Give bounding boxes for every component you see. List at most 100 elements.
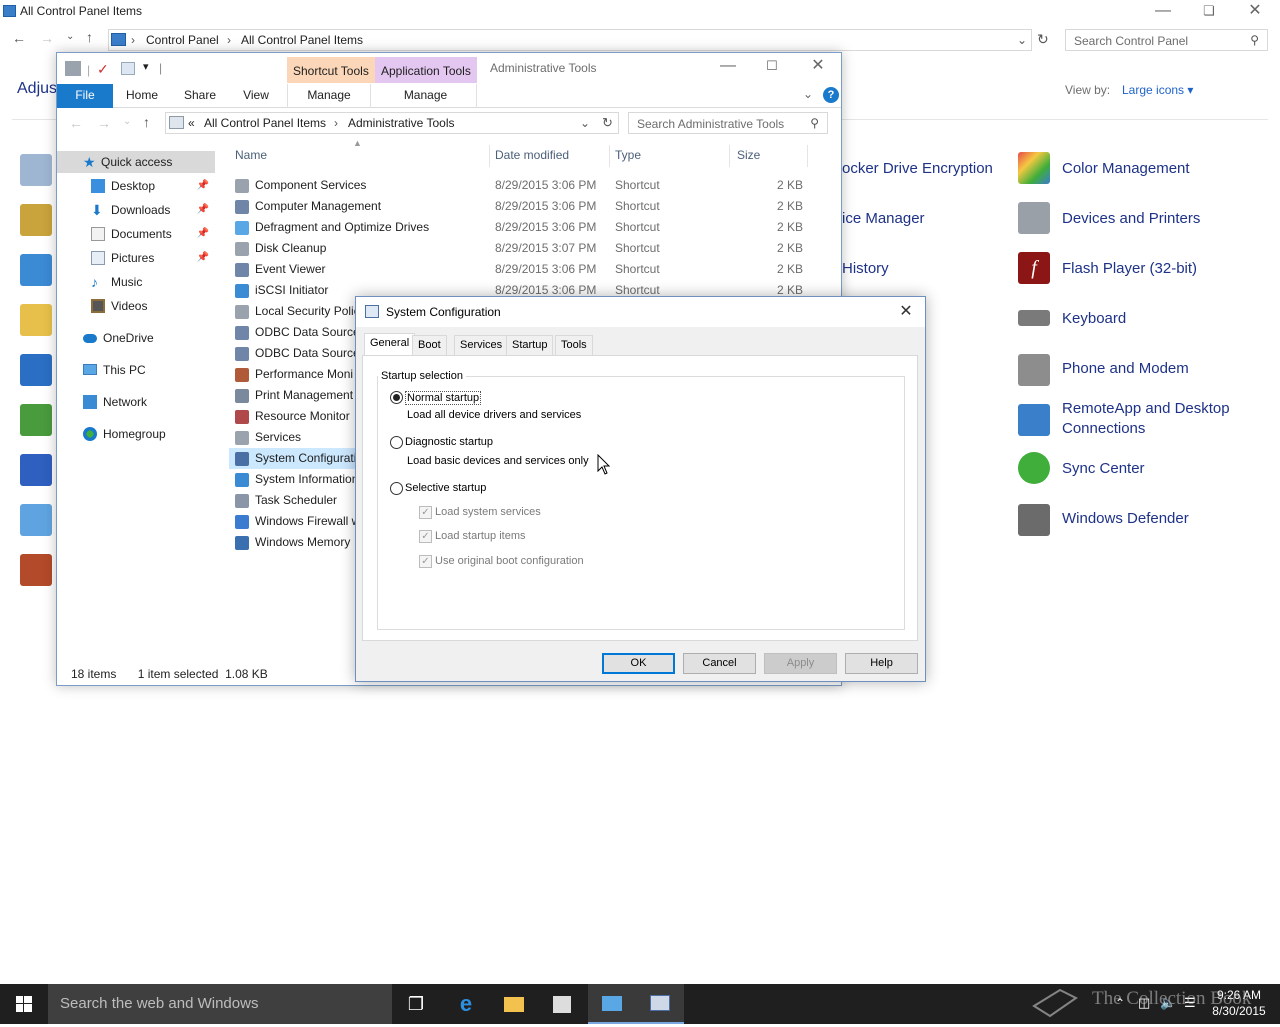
pin-icon[interactable]: 📌 [197,223,209,245]
column-header-name[interactable]: Name [235,148,267,162]
up-arrow-icon[interactable]: ↑ [86,29,93,45]
sync-icon[interactable] [1018,452,1050,484]
explorer-back-arrow-icon[interactable]: ← [69,115,83,131]
sidebar-item-onedrive[interactable]: OneDrive [57,327,215,349]
flash-icon[interactable]: f [1018,252,1050,284]
cp-item-remoteapp[interactable]: RemoteApp and Desktop Connections [1062,400,1230,437]
column-separator[interactable] [489,145,490,167]
tab-tools[interactable]: Tools [555,335,593,356]
column-separator[interactable] [807,145,808,167]
explorer-address-bar[interactable]: « All Control Panel Items › Administrati… [165,112,619,134]
restore-button[interactable]: ❏ [1186,0,1232,24]
file-row[interactable]: Defragment and Optimize Drives 8/29/2015 … [229,217,809,238]
help-icon[interactable]: ? [823,87,839,103]
explorer-maximize-button[interactable]: ☐ [749,55,795,79]
tab-general[interactable]: General [364,333,416,356]
cp-item-device-manager[interactable]: ice Manager [842,210,925,227]
selective-startup-radio[interactable] [390,482,403,495]
dialog-close-button[interactable]: ✕ [894,301,918,323]
backup-icon[interactable] [20,204,52,236]
breadcrumb-administrative-tools[interactable]: Administrative Tools [348,116,455,130]
file-explorer-taskbar-icon[interactable] [490,984,538,1024]
keyboard-icon[interactable] [1018,310,1050,326]
ribbon-tab-manage-shortcut[interactable]: Manage [287,84,371,108]
cp-item-bitlocker[interactable]: ocker Drive Encryption [842,160,993,177]
breadcrumb-all-items[interactable]: All Control Panel Items [204,116,326,130]
file-row[interactable]: Disk Cleanup 8/29/2015 3:07 PM Shortcut 2 K… [229,238,809,259]
store-icon[interactable] [538,984,586,1024]
cp-item-keyboard[interactable]: Keyboard [1062,310,1126,327]
tab-startup[interactable]: Startup [506,335,554,356]
application-tools-tab[interactable]: Application Tools [375,57,477,83]
control-panel-address-bar[interactable]: › Control Panel › All Control Panel Item… [108,29,1032,51]
breadcrumb-all-items[interactable]: All Control Panel Items [241,33,363,47]
tab-boot[interactable]: Boot [412,335,447,356]
column-header-type[interactable]: Type [615,148,641,162]
pin-icon[interactable]: 📌 [197,175,209,197]
cp-item-windows-defender[interactable]: Windows Defender [1062,510,1189,527]
selective-startup-label[interactable]: Selective startup [405,482,486,494]
cp-item-phone-modem[interactable]: Phone and Modem [1062,360,1189,377]
use-original-boot-checkbox[interactable]: ✓ [419,555,432,568]
properties-icon[interactable] [65,61,81,76]
diagnostic-startup-radio[interactable] [390,436,403,449]
forward-arrow-icon[interactable]: → [40,30,54,46]
task-view-icon[interactable]: ❐ [392,984,440,1024]
explorer-search-input[interactable]: Search Administrative Tools ⚲ [628,112,828,134]
system-icon[interactable] [20,504,52,536]
refresh-icon[interactable]: ↻ [1037,31,1049,48]
checkmark-icon[interactable]: ✓ [97,61,109,78]
new-folder-icon[interactable] [121,62,135,75]
explorer-recent-chevron-icon[interactable]: ⌄ [123,116,131,127]
sidebar-item-desktop[interactable]: Desktop 📌 [57,175,215,197]
qat-dropdown-icon[interactable]: ▾ [143,60,149,73]
breadcrumb-control-panel[interactable]: Control Panel [146,33,219,47]
edge-browser-icon[interactable]: e [442,984,490,1024]
tab-services[interactable]: Services [454,335,509,356]
ribbon-tab-home[interactable]: Home [117,84,167,108]
cp-item-color-management[interactable]: Color Management [1062,160,1190,177]
file-row[interactable]: Component Services 8/29/2015 3:06 PM Short… [229,175,809,196]
defender-icon[interactable] [1018,504,1050,536]
pin-icon[interactable]: 📌 [197,199,209,221]
ribbon-tab-view[interactable]: View [231,84,281,108]
sidebar-item-network[interactable]: Network [57,391,215,413]
apply-button[interactable]: Apply [764,653,837,674]
control-panel-search-input[interactable]: Search Control Panel ⚲ [1065,29,1268,51]
file-row[interactable]: Event Viewer 8/29/2015 3:06 PM Shortcut 2 K… [229,259,809,280]
column-separator[interactable] [729,145,730,167]
taskbar-search-box[interactable]: Search the web and Windows [48,984,392,1024]
column-header-date[interactable]: Date modified [495,148,569,162]
sidebar-item-music[interactable]: ♪ Music [57,271,215,293]
cp-item-devices-printers[interactable]: Devices and Printers [1062,210,1200,227]
power-options-icon[interactable] [20,404,52,436]
cp-item-flash-player[interactable]: Flash Player (32-bit) [1062,260,1197,277]
sidebar-item-documents[interactable]: Documents 📌 [57,223,215,245]
display-icon[interactable] [20,254,52,286]
view-by-dropdown[interactable]: Large icons ▾ [1122,83,1193,97]
normal-startup-radio[interactable] [390,391,403,404]
explorer-close-button[interactable]: ✕ [795,55,841,79]
ribbon-tab-manage-application[interactable]: Manage [375,84,477,108]
sidebar-item-pictures[interactable]: Pictures 📌 [57,247,215,269]
load-startup-items-checkbox[interactable]: ✓ [419,530,432,543]
sidebar-item-downloads[interactable]: ⬇ Downloads 📌 [57,199,215,221]
load-system-services-checkbox[interactable]: ✓ [419,506,432,519]
recent-locations-chevron-icon[interactable]: ⌄ [66,31,74,42]
diagnostic-startup-label[interactable]: Diagnostic startup [405,436,493,448]
ok-button[interactable]: OK [602,653,675,674]
refresh-icon[interactable]: ↻ [602,115,613,131]
breadcrumb-overflow[interactable]: « [188,116,195,130]
cp-item-sync-center[interactable]: Sync Center [1062,460,1145,477]
language-icon[interactable] [20,354,52,386]
sidebar-item-videos[interactable]: Videos [57,295,215,317]
minimize-button[interactable]: — [1140,0,1186,24]
shortcut-tools-tab[interactable]: Shortcut Tools [287,57,375,83]
security-flag-icon[interactable] [20,454,52,486]
sidebar-item-quick-access[interactable]: ★ Quick access [57,151,215,173]
action-center-icon[interactable] [20,154,52,186]
normal-startup-label[interactable]: Normal startup [405,391,482,405]
explorer-up-arrow-icon[interactable]: ↑ [143,114,150,130]
explorer-minimize-button[interactable]: — [705,55,751,79]
column-separator[interactable] [609,145,610,167]
